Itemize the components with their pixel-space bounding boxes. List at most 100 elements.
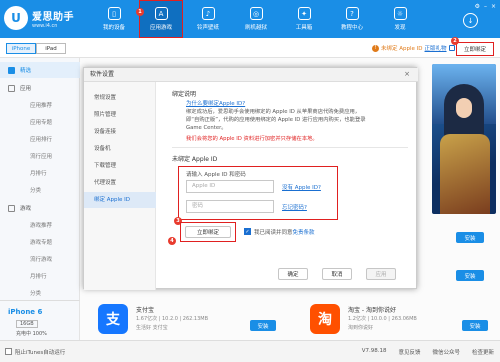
sidebar-item-app-category[interactable]: 分类 bbox=[0, 182, 80, 198]
nav-tutorials[interactable]: ? 教程中心 bbox=[330, 0, 374, 38]
close-icon[interactable]: × bbox=[404, 70, 410, 78]
no-apple-id-link[interactable]: 没有 Apple ID? bbox=[282, 183, 321, 191]
sidebar-item-apps[interactable]: 应用 bbox=[0, 80, 80, 96]
ok-button[interactable]: 确定 bbox=[278, 268, 308, 280]
apply-button[interactable]: 应用 bbox=[366, 268, 396, 280]
apple-id-input[interactable]: Apple ID bbox=[186, 180, 274, 193]
nav-toolbox[interactable]: ✦ 工具箱 bbox=[282, 0, 326, 38]
step-badge-2: 2 bbox=[451, 37, 459, 45]
sidebar-item-label: 应用 bbox=[20, 86, 32, 92]
cancel-button[interactable]: 取消 bbox=[322, 268, 352, 280]
app-card-taobao[interactable]: 淘 淘宝 - 淘到你说好 1.2亿次 | 10.0.0 | 263.06MB 淘… bbox=[310, 300, 490, 340]
app-desc: 生活好 支付宝 bbox=[136, 325, 168, 331]
password-input[interactable]: 密码 bbox=[186, 200, 274, 213]
nav-label: 工具箱 bbox=[295, 25, 313, 31]
game-banner-image[interactable] bbox=[432, 64, 496, 214]
settings-menu-proxy[interactable]: 代理设置 bbox=[84, 175, 156, 191]
discover-icon: ☼ bbox=[393, 7, 407, 20]
apps-icon: A bbox=[154, 7, 168, 20]
app-logo: U 爱思助手 www.i4.cn bbox=[4, 6, 74, 30]
app-name: 支付宝 bbox=[136, 307, 155, 314]
list-icon[interactable] bbox=[448, 45, 455, 51]
app-title: 爱思助手 bbox=[32, 11, 74, 23]
sidebar-item-popular-apps[interactable]: 流行应用 bbox=[0, 148, 80, 164]
nav-label: 发现 bbox=[394, 25, 406, 31]
sidebar-item-app-recommend[interactable]: 应用推荐 bbox=[0, 97, 80, 113]
warning-icon: ! bbox=[372, 44, 379, 52]
gift-link[interactable]: 正版礼物 bbox=[425, 44, 447, 52]
wechat-link[interactable]: 微信公众号 bbox=[432, 348, 460, 356]
book-icon: ? bbox=[345, 7, 359, 20]
top-navigation-bar: U 爱思助手 www.i4.cn ▯ 我的设备 A 应用游戏 1 ♪ 铃声壁纸 … bbox=[0, 0, 500, 38]
block-itunes-checkbox[interactable] bbox=[5, 348, 12, 355]
settings-menu-general[interactable]: 常规设置 bbox=[84, 90, 156, 106]
nav-discover[interactable]: ☼ 发现 bbox=[378, 0, 422, 38]
install-button[interactable]: 安装 bbox=[462, 320, 488, 331]
nav-apps-games[interactable]: A 应用游戏 bbox=[139, 0, 183, 38]
sidebar-item-app-monthly[interactable]: 月排行 bbox=[0, 165, 80, 181]
sidebar-item-app-topics[interactable]: 应用专题 bbox=[0, 114, 80, 130]
bind-info-title: 绑定说明 bbox=[172, 91, 197, 98]
nav-flash-jailbreak[interactable]: ◎ 刷机越狱 bbox=[234, 0, 278, 38]
sidebar-item-popular-games[interactable]: 流行游戏 bbox=[0, 251, 80, 267]
sidebar-item-games[interactable]: 游戏 bbox=[0, 200, 80, 216]
settings-menu-photos[interactable]: 照片管理 bbox=[84, 107, 156, 123]
bind-now-button[interactable]: 立即绑定 bbox=[185, 226, 231, 238]
phone-icon: ▯ bbox=[107, 7, 121, 20]
app-meta: 1.67亿次 | 10.2.0 | 262.13MB bbox=[136, 316, 209, 322]
app-card-alipay[interactable]: 支 支付宝 1.67亿次 | 10.2.0 | 262.13MB 生活好 支付宝… bbox=[98, 300, 278, 340]
settings-menu-bind-apple-id[interactable]: 绑定 Apple ID bbox=[84, 192, 156, 208]
sidebar-item-game-category[interactable]: 分类 bbox=[0, 285, 80, 301]
agree-terms-text: 我已阅读并同意免责条款 bbox=[254, 228, 315, 236]
gamepad-icon bbox=[8, 204, 15, 212]
settings-menu-connection[interactable]: 设备连接 bbox=[84, 124, 156, 140]
unbound-section-title: 未绑定 Apple ID bbox=[172, 156, 218, 163]
device-battery: 充电中 100% bbox=[16, 331, 47, 337]
close-window-icon[interactable]: × bbox=[491, 3, 496, 10]
check-update-link[interactable]: 检查更新 bbox=[472, 348, 494, 356]
device-panel[interactable]: iPhone 6 16GB 充电中 100% bbox=[0, 300, 80, 340]
agree-checkbox[interactable]: ✓ bbox=[244, 228, 251, 235]
sidebar-item-label: 游戏 bbox=[20, 206, 32, 212]
sidebar-item-game-monthly[interactable]: 月排行 bbox=[0, 268, 80, 284]
device-name: iPhone 6 bbox=[8, 308, 43, 316]
nav-label: 刷机越狱 bbox=[244, 25, 267, 31]
featured-icon bbox=[8, 66, 15, 74]
install-button[interactable]: 安装 bbox=[456, 270, 484, 281]
settings-icon[interactable]: ⚙ bbox=[475, 3, 480, 10]
dialog-title: 软件设置 bbox=[84, 68, 418, 82]
app-url: www.i4.cn bbox=[32, 22, 58, 29]
nav-ringtones-wallpapers[interactable]: ♪ 铃声壁纸 bbox=[186, 0, 230, 38]
nav-my-device[interactable]: ▯ 我的设备 bbox=[92, 0, 136, 38]
divider bbox=[172, 147, 408, 148]
sidebar-item-app-ranking[interactable]: 应用排行 bbox=[0, 131, 80, 147]
sidebar-item-game-topics[interactable]: 游戏专题 bbox=[0, 234, 80, 250]
tab-ipad[interactable]: iPad bbox=[36, 43, 66, 54]
app-name: 淘宝 - 淘到你说好 bbox=[348, 307, 396, 314]
settings-menu-device[interactable]: 设备机 bbox=[84, 141, 156, 157]
sidebar-item-game-recommend[interactable]: 游戏推荐 bbox=[0, 217, 80, 233]
nav-label: 教程中心 bbox=[340, 25, 363, 31]
nav-label: 铃声壁纸 bbox=[196, 25, 219, 31]
agree-prefix: 我已阅读并同意 bbox=[254, 230, 293, 236]
window-controls: ⚙ – × bbox=[475, 3, 496, 10]
unbound-apple-id-notice: ! 未绑定 Apple ID 正版礼物 bbox=[372, 44, 455, 52]
alipay-app-icon: 支 bbox=[98, 304, 128, 334]
device-capacity: 16GB bbox=[16, 320, 38, 328]
bell-icon: ♪ bbox=[201, 7, 215, 20]
nav-label: 应用游戏 bbox=[149, 25, 172, 31]
minimize-icon[interactable]: – bbox=[484, 3, 487, 10]
install-button[interactable]: 安装 bbox=[250, 320, 276, 331]
feedback-link[interactable]: 意见反馈 bbox=[398, 348, 420, 356]
sub-toolbar: iPhone iPad ! 未绑定 Apple ID 正版礼物 bbox=[0, 38, 500, 58]
install-button[interactable]: 安装 bbox=[456, 232, 484, 243]
download-icon[interactable]: ↓ bbox=[463, 13, 478, 28]
tab-iphone[interactable]: iPhone bbox=[6, 43, 36, 54]
block-itunes-label: 阻止iTunes自动运行 bbox=[15, 350, 66, 356]
why-bind-link[interactable]: 为什么要绑定Apple ID? bbox=[186, 99, 245, 107]
sidebar-item-featured[interactable]: 精选 bbox=[0, 62, 80, 78]
settings-menu-downloads[interactable]: 下载管理 bbox=[84, 158, 156, 174]
bind-now-top-button[interactable]: 立即绑定 bbox=[456, 42, 494, 56]
disclaimer-link[interactable]: 免责条款 bbox=[293, 230, 315, 236]
forgot-password-link[interactable]: 忘记密码? bbox=[282, 203, 307, 211]
